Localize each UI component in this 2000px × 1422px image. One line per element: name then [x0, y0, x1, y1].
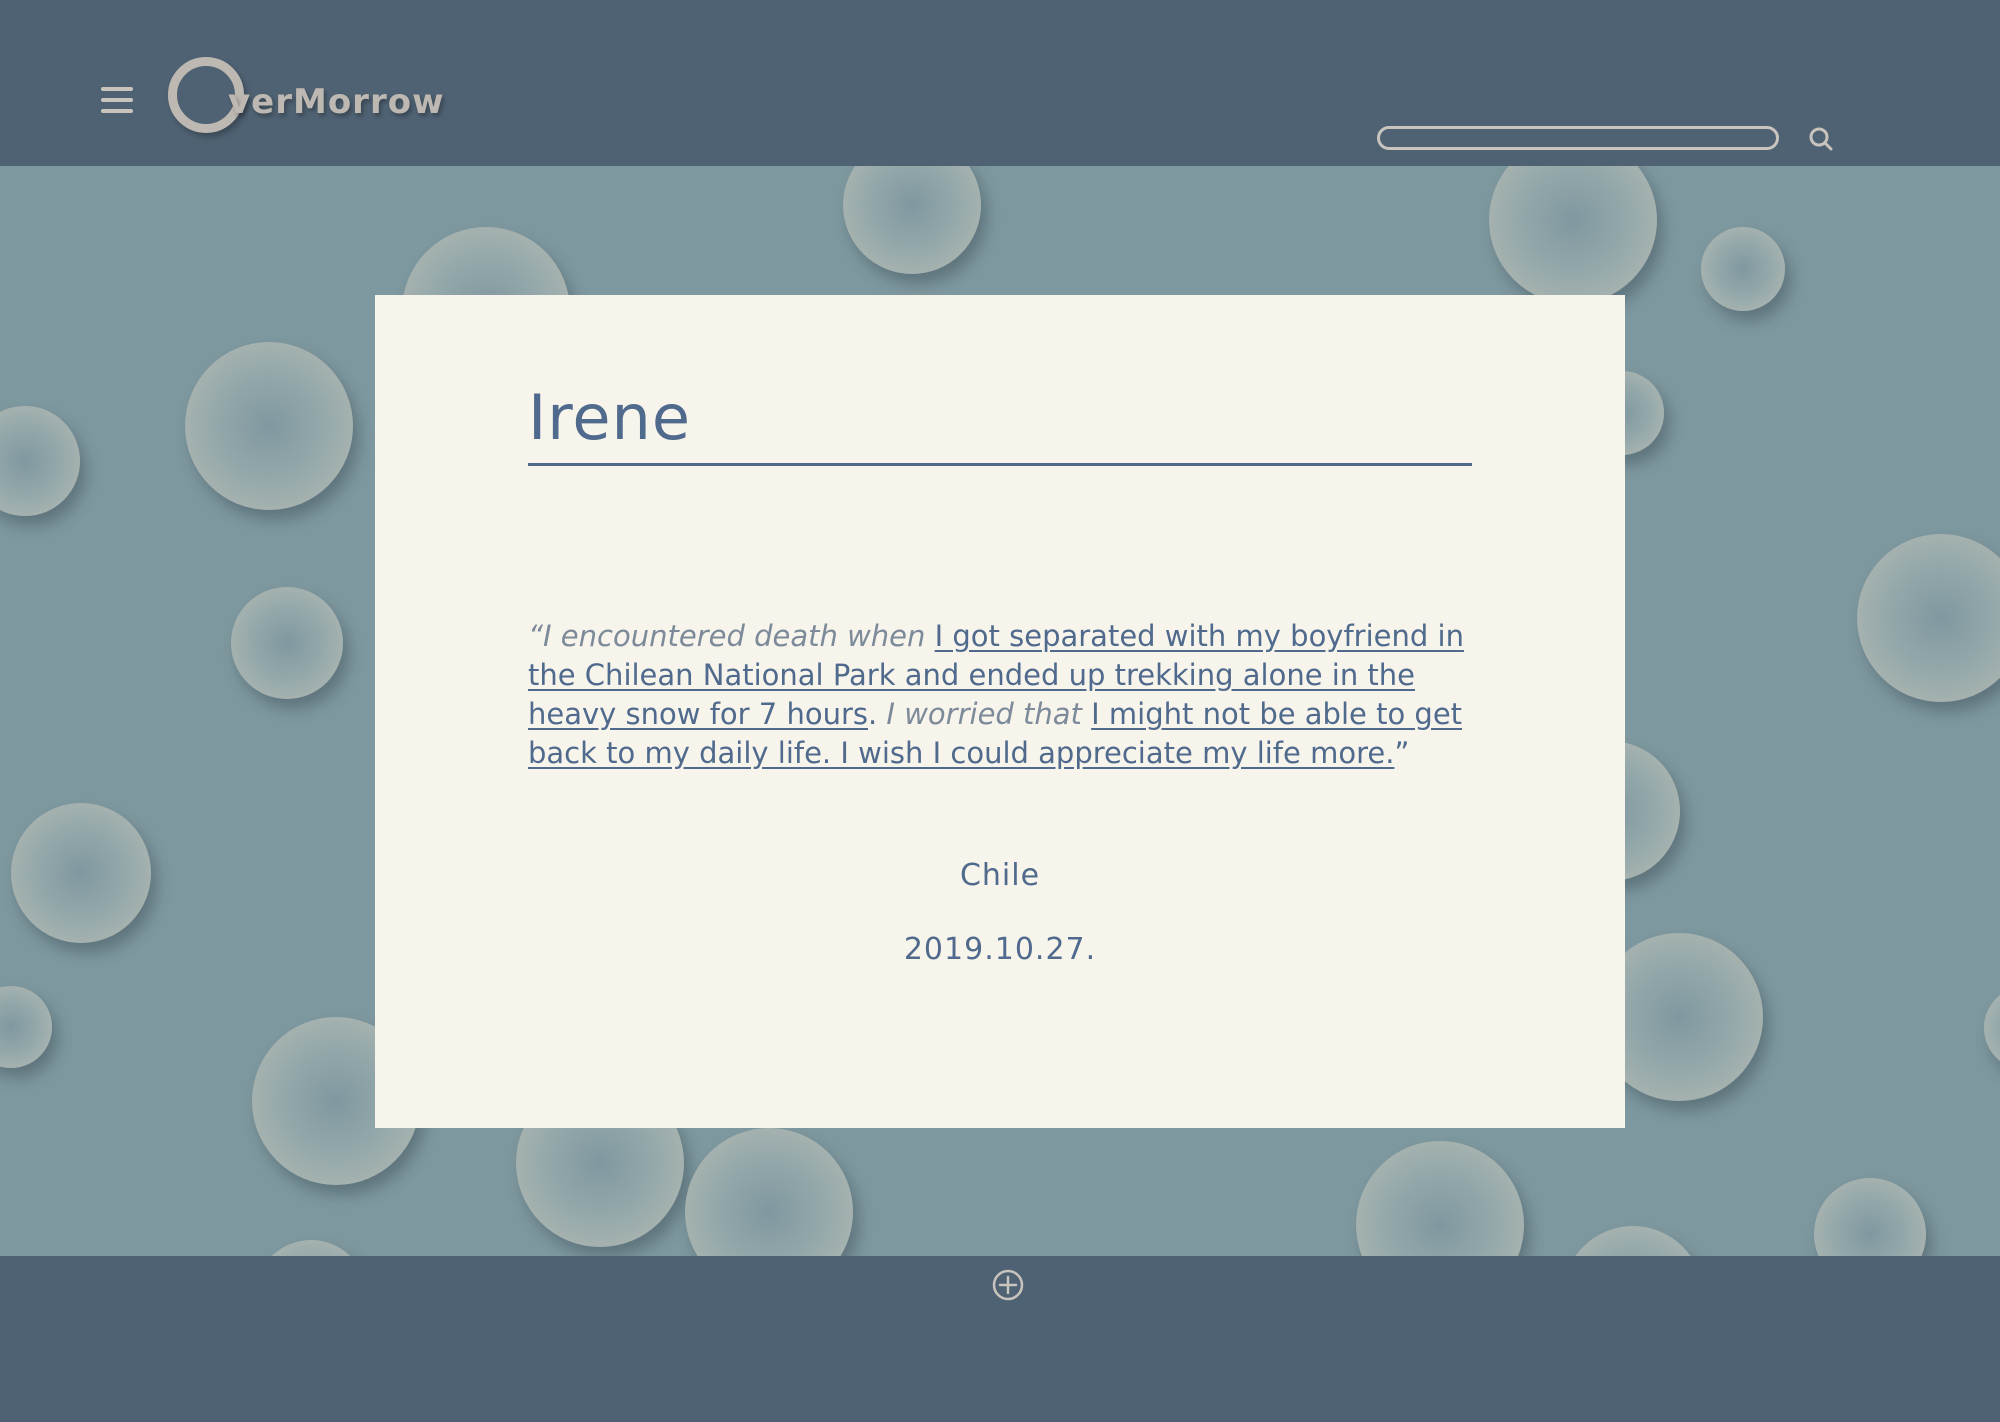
quote-open-mark: “ [528, 619, 544, 653]
hamburger-menu-icon[interactable] [101, 87, 137, 117]
quote-period: . [868, 697, 878, 731]
add-circle-icon[interactable] [991, 1268, 1025, 1302]
decorative-bubble [1701, 227, 1785, 311]
bottom-footer [0, 1256, 2000, 1422]
search-icon[interactable] [1806, 124, 1836, 154]
search-input[interactable] [1377, 126, 1779, 150]
decorative-bubble [0, 406, 80, 516]
quote-close-mark: ” [1394, 736, 1410, 770]
decorative-bubble [1563, 1226, 1703, 1256]
decorative-bubble [843, 166, 981, 274]
decorative-bubble [11, 803, 151, 943]
top-header: verMorrow [0, 0, 2000, 166]
decorative-bubble [1489, 166, 1657, 304]
decorative-bubble [255, 1240, 367, 1256]
quote-worry-intro: I worried that [877, 697, 1092, 731]
decorative-bubble [1814, 1178, 1926, 1256]
testimony-quote: “I encountered death when I got separate… [528, 617, 1478, 773]
quote-intro: I encountered death when [543, 619, 935, 653]
decorative-bubble [1857, 534, 2000, 702]
overmorrow-logo[interactable]: verMorrow [168, 52, 468, 133]
decorative-bubble [0, 986, 52, 1068]
person-name-heading: Irene [528, 387, 1472, 466]
country-label: Chile [959, 858, 1041, 893]
testimony-card: Irene “I encountered death when I got se… [375, 295, 1625, 1128]
decorative-bubble [1356, 1141, 1524, 1256]
date-label: 2019.10.27. [903, 932, 1097, 967]
decorative-bubble [1984, 986, 2000, 1070]
logo-text: verMorrow [228, 82, 445, 122]
decorative-bubble [185, 342, 353, 510]
decorative-bubble [685, 1128, 853, 1256]
decorative-bubble [231, 587, 343, 699]
